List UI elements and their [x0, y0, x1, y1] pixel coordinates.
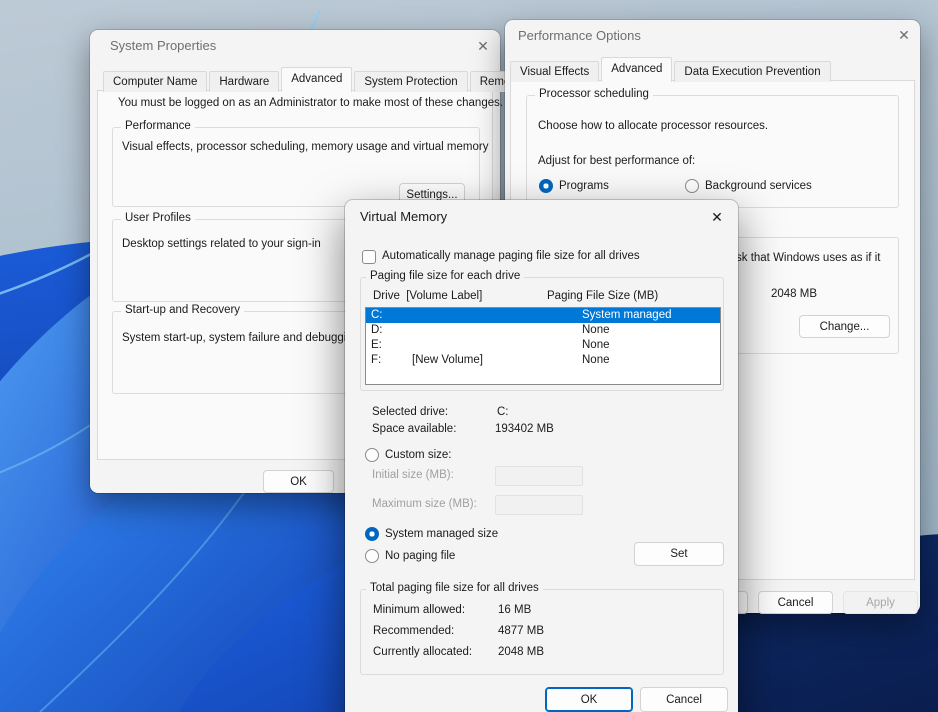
- tab-visual-effects[interactable]: Visual Effects: [510, 61, 599, 82]
- performance-group: Performance Visual effects, processor sc…: [112, 127, 480, 207]
- space-available-value: 193402 MB: [495, 423, 554, 435]
- tab-system-protection[interactable]: System Protection: [354, 71, 467, 92]
- admin-note: You must be logged on as an Administrato…: [118, 97, 503, 109]
- paging-file-group: Paging file size for each drive Drive [V…: [360, 277, 724, 391]
- drive-row-c[interactable]: C: System managed: [366, 308, 720, 323]
- close-icon[interactable]: ✕: [708, 208, 726, 226]
- apply-button: Apply: [843, 591, 918, 614]
- user-profiles-group-label: User Profiles: [121, 212, 195, 224]
- custom-size-radio[interactable]: [365, 448, 379, 462]
- tab-data-execution-prevention[interactable]: Data Execution Prevention: [674, 61, 830, 82]
- currently-allocated-value: 2048 MB: [498, 646, 544, 658]
- tab-advanced[interactable]: Advanced: [281, 67, 352, 92]
- auto-manage-checkbox[interactable]: [362, 250, 376, 264]
- recommended-value: 4877 MB: [498, 625, 544, 637]
- background-services-radio-label: Background services: [705, 180, 812, 192]
- change-button[interactable]: Change...: [799, 315, 890, 338]
- maximum-size-input: [495, 495, 583, 515]
- startup-recovery-group-label: Start-up and Recovery: [121, 304, 244, 316]
- tab-strip: Visual Effects Advanced Data Execution P…: [510, 57, 833, 82]
- auto-manage-checkbox-label: Automatically manage paging file size fo…: [382, 250, 640, 262]
- space-available-label: Space available:: [372, 423, 456, 435]
- maximum-size-label: Maximum size (MB):: [372, 498, 477, 510]
- no-paging-file-radio-label: No paging file: [385, 550, 455, 562]
- total-paging-group-label: Total paging file size for all drives: [366, 582, 543, 594]
- background-services-radio[interactable]: [685, 179, 699, 193]
- drive-row-e[interactable]: E: None: [366, 338, 720, 353]
- programs-radio-label: Programs: [559, 180, 609, 192]
- system-managed-radio-label: System managed size: [385, 528, 498, 540]
- size-column-header: Paging File Size (MB): [547, 290, 658, 302]
- virtual-memory-clipped-description: sk that Windows uses as if it: [736, 252, 880, 264]
- currently-allocated-label: Currently allocated:: [373, 646, 472, 658]
- tab-hardware[interactable]: Hardware: [209, 71, 279, 92]
- window-title: Performance Options: [518, 28, 641, 43]
- minimum-allowed-value: 16 MB: [498, 604, 531, 616]
- initial-size-input: [495, 466, 583, 486]
- recommended-label: Recommended:: [373, 625, 454, 637]
- tab-computer-name[interactable]: Computer Name: [103, 71, 207, 92]
- system-managed-radio[interactable]: [365, 527, 379, 541]
- no-paging-file-radio[interactable]: [365, 549, 379, 563]
- processor-scheduling-description: Choose how to allocate processor resourc…: [538, 120, 768, 132]
- custom-size-radio-label: Custom size:: [385, 449, 451, 461]
- selected-drive-label: Selected drive:: [372, 406, 448, 418]
- minimum-allowed-label: Minimum allowed:: [373, 604, 465, 616]
- total-paging-group: Total paging file size for all drives Mi…: [360, 589, 724, 675]
- processor-scheduling-group-label: Processor scheduling: [535, 88, 653, 100]
- window-title: System Properties: [110, 38, 216, 53]
- close-icon[interactable]: ✕: [474, 37, 492, 55]
- paging-file-group-label: Paging file size for each drive: [366, 270, 524, 282]
- tab-strip: Computer Name Hardware Advanced System P…: [103, 67, 532, 92]
- processor-scheduling-group: Processor scheduling Choose how to alloc…: [526, 95, 899, 208]
- tab-advanced[interactable]: Advanced: [601, 57, 672, 82]
- cancel-button[interactable]: Cancel: [640, 687, 728, 712]
- desktop: System Properties ✕ Computer Name Hardwa…: [0, 0, 938, 712]
- cancel-button[interactable]: Cancel: [758, 591, 833, 614]
- selected-drive-value: C:: [497, 406, 509, 418]
- startup-recovery-description: System start-up, system failure and debu…: [122, 332, 362, 344]
- drive-list[interactable]: C: System managed D: None E: None F: [Ne…: [365, 307, 721, 385]
- close-icon[interactable]: ✕: [895, 26, 913, 44]
- ok-button[interactable]: OK: [263, 470, 334, 493]
- set-button[interactable]: Set: [634, 542, 724, 566]
- performance-description: Visual effects, processor scheduling, me…: [122, 141, 488, 153]
- initial-size-label: Initial size (MB):: [372, 469, 454, 481]
- adjust-performance-label: Adjust for best performance of:: [538, 155, 695, 167]
- user-profiles-description: Desktop settings related to your sign-in: [122, 238, 321, 250]
- performance-group-label: Performance: [121, 120, 195, 132]
- ok-button[interactable]: OK: [545, 687, 633, 712]
- drive-row-d[interactable]: D: None: [366, 323, 720, 338]
- total-paging-value: 2048 MB: [771, 288, 817, 300]
- window-title: Virtual Memory: [360, 209, 447, 224]
- virtual-memory-window: Virtual Memory ✕ Automatically manage pa…: [345, 200, 738, 712]
- programs-radio[interactable]: [539, 179, 553, 193]
- drive-column-header: Drive [Volume Label]: [373, 290, 482, 302]
- drive-row-f[interactable]: F: [New Volume] None: [366, 353, 720, 368]
